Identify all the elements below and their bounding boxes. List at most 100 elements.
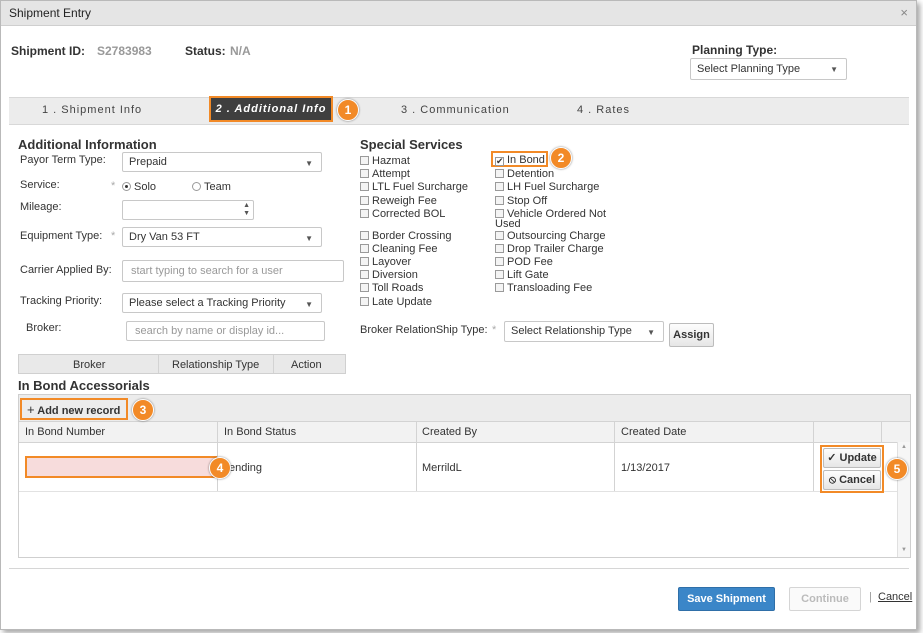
col-in-bond-number[interactable]: In Bond Number [25, 426, 105, 438]
checkbox-icon[interactable] [495, 283, 504, 292]
checkbox-checked-icon[interactable]: ✔ [495, 157, 504, 166]
col-created-date[interactable]: Created Date [621, 426, 686, 438]
checkbox-icon[interactable] [360, 270, 369, 279]
checkbox-outsourcing[interactable]: Outsourcing Charge [495, 230, 605, 242]
checkbox-label: Layover [372, 256, 412, 268]
checkbox-in-bond[interactable]: ✔ In Bond [495, 154, 545, 166]
required-star: * [111, 180, 116, 192]
broker-relationship-value: Select Relationship Type [511, 325, 632, 337]
checkbox-diversion[interactable]: Diversion [360, 269, 418, 281]
carrier-applied-label: Carrier Applied By: [20, 264, 112, 276]
update-button[interactable]: ✓ Update [823, 448, 881, 468]
checkbox-transloading[interactable]: Transloading Fee [495, 282, 592, 294]
radio-selected-icon[interactable] [122, 182, 131, 191]
callout-badge-3: 3 [132, 399, 154, 421]
checkbox-icon[interactable] [495, 244, 504, 253]
checkbox-icon[interactable] [360, 209, 369, 218]
spinner-arrows-icon[interactable]: ▲ ▼ [243, 202, 250, 218]
checkbox-icon[interactable] [360, 169, 369, 178]
row-created-by: MerrildL [422, 462, 462, 474]
broker-relationship-select[interactable]: Select Relationship Type ▼ [504, 321, 664, 342]
checkbox-icon[interactable] [360, 283, 369, 292]
checkbox-label: Corrected BOL [372, 208, 446, 220]
col-created-by[interactable]: Created By [422, 426, 477, 438]
checkbox-label: LH Fuel Surcharge [507, 181, 600, 193]
chevron-down-icon: ▼ [305, 159, 313, 168]
checkbox-stop-off[interactable]: Stop Off [495, 195, 547, 207]
checkbox-icon[interactable] [495, 270, 504, 279]
checkbox-border-crossing[interactable]: Border Crossing [360, 230, 451, 242]
checkbox-label: Cleaning Fee [372, 243, 438, 255]
scroll-up-icon[interactable]: ▲ [901, 444, 907, 450]
checkbox-label: Outsourcing Charge [507, 230, 606, 242]
checkbox-icon[interactable] [360, 156, 369, 165]
tab-communication[interactable]: 3 . Communication [401, 104, 510, 116]
checkbox-label: Toll Roads [372, 282, 424, 294]
plus-icon: + [27, 402, 35, 417]
payor-term-select[interactable]: Prepaid ▼ [122, 152, 322, 172]
assign-button[interactable]: Assign [669, 323, 714, 347]
cancel-row-button[interactable]: ⦸ Cancel [823, 470, 881, 490]
col-in-bond-status[interactable]: In Bond Status [224, 426, 296, 438]
tab-shipment-info[interactable]: 1 . Shipment Info [42, 104, 142, 116]
checkbox-icon[interactable] [495, 169, 504, 178]
update-label: Update [839, 452, 877, 464]
save-shipment-button[interactable]: Save Shipment [678, 587, 775, 611]
checkbox-corrected-bol[interactable]: Corrected BOL [360, 208, 445, 220]
required-star: * [492, 324, 497, 336]
broker-table-header: Broker Relationship Type Action [18, 354, 346, 374]
checkbox-hazmat[interactable]: Hazmat [360, 155, 410, 167]
checkbox-reweigh[interactable]: Reweigh Fee [360, 195, 437, 207]
broker-label: Broker: [26, 322, 62, 334]
radio-icon[interactable] [192, 182, 201, 191]
checkbox-icon[interactable] [360, 182, 369, 191]
status-label: Status: [185, 44, 226, 58]
checkbox-layover[interactable]: Layover [360, 256, 411, 268]
checkbox-toll-roads[interactable]: Toll Roads [360, 282, 423, 294]
tab-additional-info[interactable]: 2 . Additional Info [209, 96, 333, 122]
mileage-input[interactable]: ▲ ▼ [122, 200, 254, 220]
equipment-type-select[interactable]: Dry Van 53 FT ▼ [122, 227, 322, 247]
cancel-link[interactable]: Cancel [878, 591, 912, 603]
row-divider [19, 491, 898, 492]
checkbox-label: LTL Fuel Surcharge [372, 181, 468, 193]
add-new-record-button[interactable]: + Add new record [27, 402, 120, 417]
close-icon[interactable]: × [900, 5, 908, 20]
broker-search-input[interactable]: search by name or display id... [126, 321, 325, 341]
checkbox-icon[interactable] [495, 209, 504, 218]
continue-button[interactable]: Continue [789, 587, 861, 611]
divider [273, 355, 274, 373]
checkbox-icon[interactable] [495, 231, 504, 240]
checkbox-icon[interactable] [360, 244, 369, 253]
checkbox-pod-fee[interactable]: POD Fee [495, 256, 553, 268]
service-solo-option[interactable]: Solo [122, 181, 156, 193]
checkbox-attempt[interactable]: Attempt [360, 168, 410, 180]
scroll-down-icon[interactable]: ▼ [901, 547, 907, 553]
checkbox-icon[interactable] [495, 182, 504, 191]
relationship-col-header[interactable]: Relationship Type [172, 359, 259, 371]
in-bond-number-input[interactable] [25, 456, 217, 478]
carrier-applied-input[interactable]: start typing to search for a user [122, 260, 344, 282]
checkbox-icon[interactable] [495, 196, 504, 205]
additional-info-title: Additional Information [18, 137, 157, 152]
dialog-title: Shipment Entry [9, 6, 92, 20]
checkbox-lift-gate[interactable]: Lift Gate [495, 269, 549, 281]
action-col-header[interactable]: Action [291, 359, 322, 371]
checkbox-icon[interactable] [360, 257, 369, 266]
callout-badge-5: 5 [886, 458, 908, 480]
checkbox-icon[interactable] [360, 231, 369, 240]
service-team-option[interactable]: Team [192, 181, 231, 193]
tab-rates[interactable]: 4 . Rates [577, 104, 630, 116]
checkbox-detention[interactable]: Detention [495, 168, 554, 180]
checkbox-late-update[interactable]: Late Update [360, 296, 432, 308]
checkbox-icon[interactable] [495, 257, 504, 266]
checkbox-drop-trailer[interactable]: Drop Trailer Charge [495, 243, 604, 255]
broker-col-header[interactable]: Broker [73, 359, 105, 371]
tracking-priority-select[interactable]: Please select a Tracking Priority ▼ [122, 293, 322, 313]
checkbox-ltl-fuel[interactable]: LTL Fuel Surcharge [360, 181, 468, 193]
planning-type-select[interactable]: Select Planning Type ▼ [690, 58, 847, 80]
checkbox-cleaning-fee[interactable]: Cleaning Fee [360, 243, 437, 255]
checkbox-lh-fuel[interactable]: LH Fuel Surcharge [495, 181, 599, 193]
checkbox-icon[interactable] [360, 297, 369, 306]
checkbox-icon[interactable] [360, 196, 369, 205]
